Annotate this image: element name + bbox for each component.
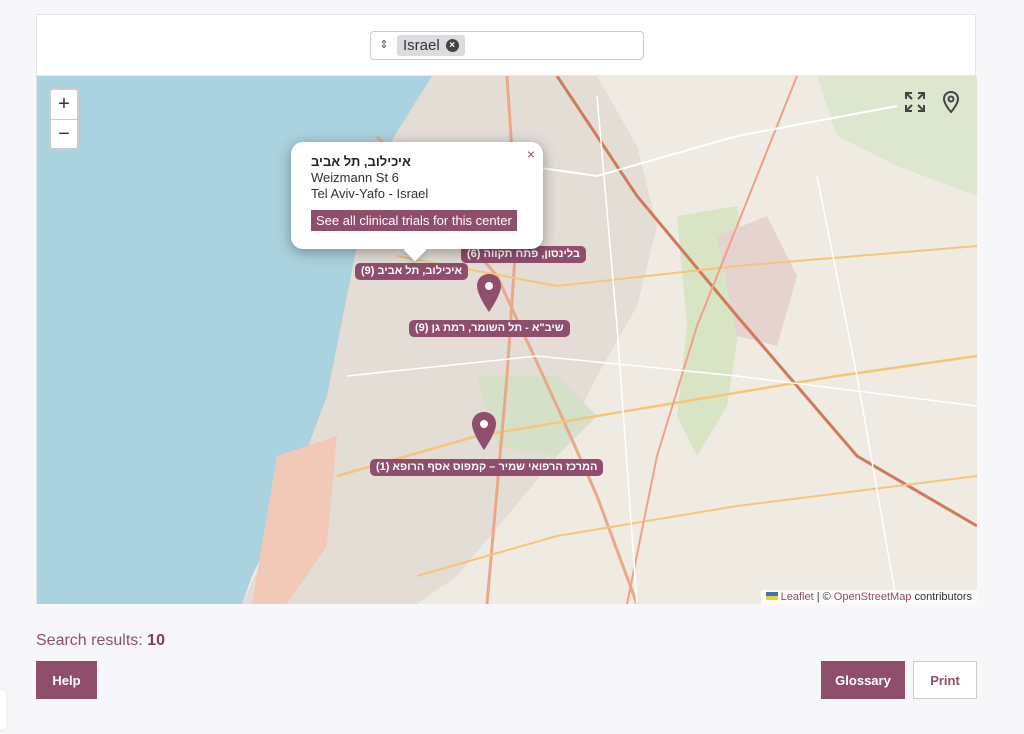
attribution-separator: | ©	[816, 591, 831, 603]
zoom-out-button[interactable]: −	[51, 119, 77, 148]
map-pin-icon[interactable]	[939, 90, 963, 114]
updown-caret-icon[interactable]: ⇕	[377, 40, 391, 51]
help-button[interactable]: Help	[36, 661, 97, 699]
country-select[interactable]: ⇕ Israel ×	[370, 31, 644, 60]
search-results-count: 10	[147, 632, 165, 649]
search-results: Search results: 10	[36, 632, 165, 650]
center-label[interactable]: שיב"א - תל השומר, רמת גן (9)	[409, 320, 570, 337]
osm-link[interactable]: OpenStreetMap	[834, 591, 912, 603]
close-circle-icon[interactable]: ×	[445, 39, 459, 52]
ukraine-flag-icon	[765, 592, 778, 600]
center-popup: × איכילוב, תל אביב Weizmann St 6 Tel Avi…	[291, 142, 543, 249]
leaflet-link[interactable]: Leaflet	[781, 591, 814, 603]
zoom-in-button[interactable]: +	[51, 90, 77, 119]
popup-close-button[interactable]: ×	[527, 146, 535, 162]
print-button[interactable]: Print	[913, 661, 977, 699]
search-results-label: Search results:	[36, 632, 143, 649]
map-card: ⇕ Israel × + − בלינסון, פתח תקווה (6) אי…	[36, 14, 977, 604]
attribution-contributors: contributors	[914, 591, 972, 603]
country-chip: Israel ×	[397, 35, 465, 56]
popup-center-name: איכילוב, תל אביב	[311, 154, 411, 169]
center-label[interactable]: איכילוב, תל אביב (9)	[355, 263, 468, 280]
map[interactable]: + − בלינסון, פתח תקווה (6) איכילוב, תל א…	[37, 76, 977, 604]
side-tab[interactable]	[0, 690, 6, 730]
center-label[interactable]: המרכז הרפואי שמיר – קמפוס אסף הרופא (1)	[370, 459, 604, 476]
country-chip-label: Israel	[403, 37, 440, 54]
zoom-control: + −	[49, 88, 79, 150]
map-marker[interactable]	[471, 412, 497, 450]
see-trials-button[interactable]: See all clinical trials for this center	[311, 210, 517, 231]
map-marker[interactable]	[476, 274, 502, 312]
popup-address-line: Tel Aviv-Yafo - Israel	[311, 186, 429, 201]
popup-address-line: Weizmann St 6	[311, 170, 399, 185]
map-attribution: Leaflet | © OpenStreetMap contributors	[760, 590, 977, 604]
fullscreen-icon[interactable]	[903, 90, 927, 114]
glossary-button[interactable]: Glossary	[821, 661, 905, 699]
filter-bar: ⇕ Israel ×	[37, 15, 975, 76]
